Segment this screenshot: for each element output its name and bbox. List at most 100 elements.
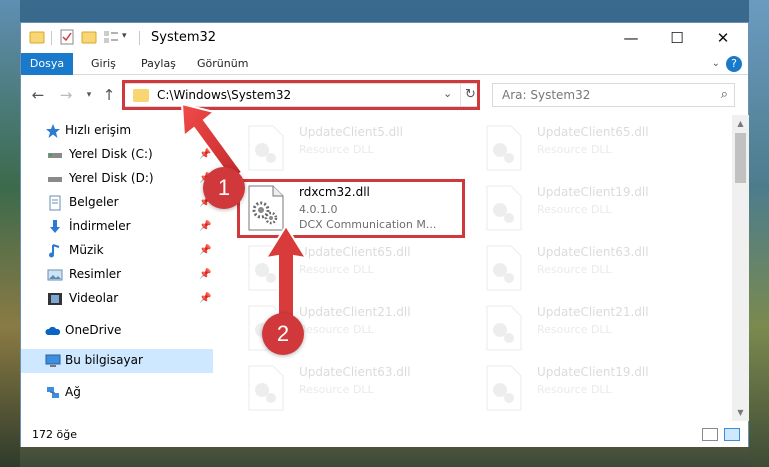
pin-icon[interactable]: 📌: [199, 245, 211, 256]
file-item[interactable]: UpdateClient5.dll Resource DLL: [237, 119, 467, 177]
search-icon[interactable]: ⌕: [721, 87, 728, 102]
nav-label: Resimler: [69, 267, 122, 281]
pin-icon[interactable]: 📌: [199, 269, 211, 280]
new-folder-icon[interactable]: [81, 29, 97, 45]
tiles-view-button[interactable]: [724, 428, 740, 441]
nav-label: OneDrive: [65, 323, 122, 337]
file-name: UpdateClient19.dll: [537, 185, 649, 199]
file-description: Resource DLL: [299, 143, 374, 156]
vertical-scrollbar[interactable]: ▲ ▼: [732, 115, 749, 421]
scroll-down-icon[interactable]: ▼: [732, 404, 749, 421]
tab-view[interactable]: Görünüm: [197, 53, 248, 75]
dll-file-icon: [486, 185, 522, 231]
file-explorer-window: ▾ System32 — ☐ ✕ Dosya Giriş Paylaş Görü…: [20, 22, 749, 447]
tab-share[interactable]: Paylaş: [141, 53, 176, 75]
folder-icon: [29, 31, 45, 44]
scrollbar-thumb[interactable]: [735, 133, 746, 183]
recent-locations-button[interactable]: ▾: [79, 85, 99, 105]
up-button[interactable]: ↑: [99, 85, 119, 105]
music-icon: [49, 244, 60, 258]
file-item[interactable]: UpdateClient19.dll Resource DLL: [475, 179, 705, 237]
network-icon: [47, 387, 59, 398]
chevron-down-icon[interactable]: ▾: [122, 31, 127, 41]
file-name: UpdateClient19.dll: [537, 365, 649, 379]
file-name: UpdateClient65.dll: [537, 125, 649, 139]
close-button[interactable]: ✕: [700, 23, 746, 53]
file-description: Resource DLL: [537, 263, 612, 276]
step-2-badge: 2: [262, 313, 304, 355]
qat-separator: [51, 31, 52, 45]
file-description: Resource DLL: [537, 203, 612, 216]
status-bar: 172 öğe: [21, 421, 748, 447]
nav-item-music[interactable]: Müzik 📌: [21, 239, 213, 263]
nav-label: Yerel Disk (D:): [69, 171, 154, 185]
drive-icon: [48, 177, 62, 182]
file-item[interactable]: UpdateClient63.dll Resource DLL: [475, 239, 705, 297]
customize-qat-icon[interactable]: [103, 29, 119, 45]
nav-label: Belgeler: [69, 195, 119, 209]
file-description: Resource DLL: [299, 323, 374, 336]
nav-network[interactable]: Ağ: [21, 381, 213, 405]
item-count: 172 öğe: [32, 428, 77, 441]
maximize-button[interactable]: ☐: [654, 23, 700, 53]
nav-label: Ağ: [65, 385, 81, 399]
minimize-button[interactable]: —: [608, 23, 654, 53]
annotation-arrow-2: [263, 224, 309, 319]
details-view-button[interactable]: [702, 428, 718, 441]
dll-file-icon: [486, 245, 522, 291]
nav-label: Müzik: [69, 243, 104, 257]
window-title: System32: [151, 30, 217, 45]
nav-onedrive[interactable]: OneDrive: [21, 319, 213, 343]
nav-item-downloads[interactable]: İndirmeler 📌: [21, 215, 213, 239]
cloud-icon: [45, 326, 61, 335]
tab-file[interactable]: Dosya: [21, 53, 73, 75]
expand-ribbon-icon[interactable]: ⌄: [712, 58, 720, 69]
scroll-up-icon[interactable]: ▲: [732, 115, 749, 132]
pin-icon[interactable]: 📌: [199, 293, 211, 304]
desktop-background-right: [749, 0, 769, 467]
search-input[interactable]: Ara: System32 ⌕: [492, 83, 735, 107]
properties-icon[interactable]: [59, 29, 75, 45]
help-icon[interactable]: ?: [726, 56, 742, 72]
file-name: UpdateClient21.dll: [537, 305, 649, 319]
file-item[interactable]: UpdateClient63.dll Resource DLL: [237, 359, 467, 417]
star-icon: [46, 124, 60, 138]
file-item[interactable]: UpdateClient19.dll Resource DLL: [475, 359, 705, 417]
file-description: Resource DLL: [299, 383, 374, 396]
ribbon-tabs: Dosya Giriş Paylaş Görünüm ⌄ ?: [21, 53, 748, 75]
back-button[interactable]: ←: [28, 85, 48, 105]
forward-button[interactable]: →: [56, 85, 76, 105]
dll-file-icon: [486, 125, 522, 171]
file-name: UpdateClient65.dll: [299, 245, 411, 259]
documents-icon: [49, 195, 61, 211]
file-description: Resource DLL: [537, 143, 612, 156]
tab-home[interactable]: Giriş: [91, 53, 116, 75]
file-name: UpdateClient21.dll: [299, 305, 411, 319]
nav-item-videos[interactable]: Videolar 📌: [21, 287, 213, 311]
nav-label: Hızlı erişim: [65, 123, 132, 137]
videos-icon: [48, 293, 62, 305]
pictures-icon: [47, 269, 63, 281]
file-item[interactable]: UpdateClient21.dll Resource DLL: [475, 299, 705, 357]
nav-label: İndirmeler: [69, 219, 131, 233]
search-placeholder: Ara: System32: [502, 88, 591, 102]
nav-label: Bu bilgisayar: [65, 353, 143, 367]
step-1-badge: 1: [203, 167, 245, 209]
title-separator: [139, 31, 140, 45]
nav-item-pictures[interactable]: Resimler 📌: [21, 263, 213, 287]
address-row: ← → ▾ ↑ C:\Windows\System32 ⌄ ↻ Ara: Sys…: [21, 75, 748, 115]
nav-this-pc[interactable]: Bu bilgisayar: [21, 349, 213, 373]
nav-label: Videolar: [69, 291, 119, 305]
file-item[interactable]: UpdateClient65.dll Resource DLL: [475, 119, 705, 177]
file-description: Resource DLL: [537, 383, 612, 396]
nav-label: Yerel Disk (C:): [69, 147, 153, 161]
file-description: Resource DLL: [537, 323, 612, 336]
drive-icon: [48, 153, 62, 158]
desktop-background-left: [0, 0, 20, 467]
downloads-icon: [50, 220, 60, 233]
dll-file-icon: [486, 365, 522, 411]
pin-icon[interactable]: 📌: [199, 221, 211, 232]
file-name: UpdateClient5.dll: [299, 125, 403, 139]
dll-file-icon: [248, 365, 284, 411]
file-name: UpdateClient63.dll: [537, 245, 649, 259]
